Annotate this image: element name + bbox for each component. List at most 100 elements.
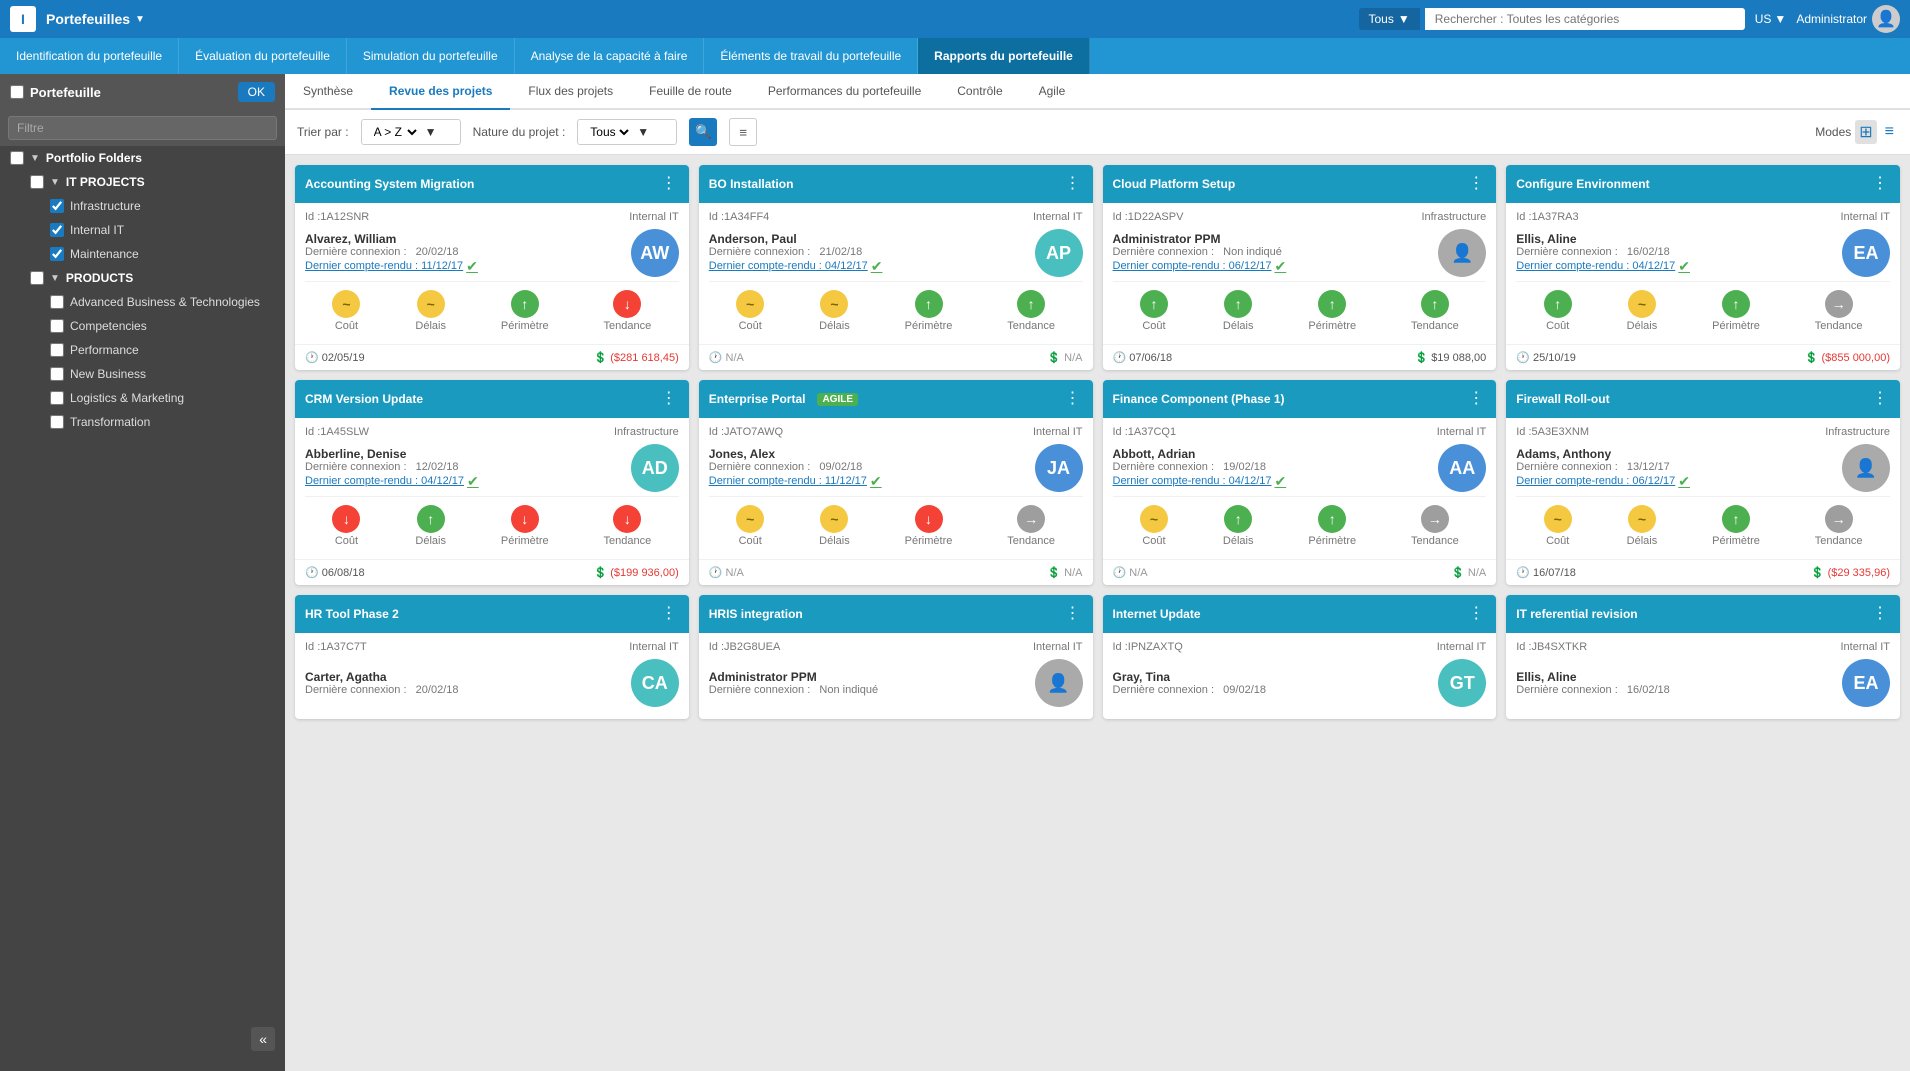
grid-view-button[interactable]: ⊞ bbox=[1855, 120, 1876, 144]
indicator-tendance: → Tendance bbox=[1007, 505, 1055, 547]
card-person-info: Alvarez, William Dernière connexion : 20… bbox=[305, 232, 623, 275]
card-menu-button[interactable]: ⋮ bbox=[1870, 606, 1890, 622]
sidebar-check-infrastructure[interactable] bbox=[50, 199, 64, 213]
sidebar-check-internal-it[interactable] bbox=[50, 223, 64, 237]
sidebar-check-performance[interactable] bbox=[50, 343, 64, 357]
sidebar-check-advanced[interactable] bbox=[50, 295, 64, 309]
sidebar-check-logistics[interactable] bbox=[50, 391, 64, 405]
card-report-link[interactable]: Dernier compte-rendu : 11/12/17 ✔ bbox=[305, 258, 623, 275]
card-title: Cloud Platform Setup bbox=[1113, 177, 1236, 191]
search-type-button[interactable]: Tous ▼ bbox=[1359, 8, 1420, 30]
card-report-link[interactable]: Dernier compte-rendu : 06/12/17 ✔ bbox=[1516, 473, 1834, 490]
footer-cost: 💲 ($199 936,00) bbox=[594, 566, 679, 579]
sidebar-item-performance[interactable]: Performance bbox=[0, 338, 285, 362]
sidebar-item-new-business[interactable]: New Business bbox=[0, 362, 285, 386]
tab-analyse[interactable]: Analyse de la capacité à faire bbox=[515, 38, 705, 74]
list-view-button[interactable]: ≡ bbox=[1881, 121, 1898, 143]
sidebar-collapse-button[interactable]: « bbox=[251, 1027, 275, 1051]
sidebar-item-infrastructure[interactable]: Infrastructure bbox=[0, 194, 285, 218]
sidebar-item-advanced-business[interactable]: Advanced Business & Technologies bbox=[0, 290, 285, 314]
sidebar-check-portfolio[interactable] bbox=[10, 151, 24, 165]
card-menu-button[interactable]: ⋮ bbox=[1063, 176, 1083, 192]
sidebar-check-new-business[interactable] bbox=[50, 367, 64, 381]
tab-simulation[interactable]: Simulation du portefeuille bbox=[347, 38, 515, 74]
card-person-info: Ellis, Aline Dernière connexion : 16/02/… bbox=[1516, 232, 1834, 275]
sidebar-item-products[interactable]: ▼ PRODUCTS bbox=[0, 266, 285, 290]
indicator-cout: ~ Coût bbox=[1544, 505, 1572, 547]
sub-tab-agile[interactable]: Agile bbox=[1021, 74, 1084, 110]
avatar: JA bbox=[1035, 444, 1083, 492]
sidebar-label-competencies: Competencies bbox=[70, 319, 147, 333]
card-menu-button[interactable]: ⋮ bbox=[1466, 176, 1486, 192]
card-manager-name: Carter, Agatha bbox=[305, 670, 623, 684]
card-footer: 🕐 N/A 💲 N/A bbox=[699, 559, 1093, 585]
agile-badge: AGILE bbox=[817, 393, 858, 406]
sidebar-filter-input[interactable] bbox=[8, 116, 277, 140]
sidebar-check-products[interactable] bbox=[30, 271, 44, 285]
card-report-link[interactable]: Dernier compte-rendu : 04/12/17 ✔ bbox=[709, 258, 1027, 275]
tab-elements[interactable]: Éléments de travail du portefeuille bbox=[704, 38, 918, 74]
sub-tab-flux[interactable]: Flux des projets bbox=[510, 74, 631, 110]
sort-select-input[interactable]: A > Z Z > A bbox=[370, 124, 420, 140]
card-menu-button[interactable]: ⋮ bbox=[1063, 606, 1083, 622]
sidebar-check-it-projects[interactable] bbox=[30, 175, 44, 189]
sidebar-ok-button[interactable]: OK bbox=[238, 82, 275, 102]
sidebar-item-it-projects[interactable]: ▼ IT PROJECTS bbox=[0, 170, 285, 194]
card-report-link[interactable]: Dernier compte-rendu : 04/12/17 ✔ bbox=[305, 473, 623, 490]
sidebar-check-competencies[interactable] bbox=[50, 319, 64, 333]
card-menu-button[interactable]: ⋮ bbox=[659, 176, 679, 192]
card-menu-button[interactable]: ⋮ bbox=[659, 606, 679, 622]
tab-rapports[interactable]: Rapports du portefeuille bbox=[918, 38, 1090, 74]
sidebar-check-maintenance[interactable] bbox=[50, 247, 64, 261]
card-menu-button[interactable]: ⋮ bbox=[1063, 391, 1083, 407]
card-report-link[interactable]: Dernier compte-rendu : 04/12/17 ✔ bbox=[1516, 258, 1834, 275]
card-id: Id :5A3E3XNM bbox=[1516, 426, 1589, 438]
sidebar-item-transformation[interactable]: Transformation bbox=[0, 410, 285, 434]
sub-tab-revue[interactable]: Revue des projets bbox=[371, 74, 510, 110]
card-report-link[interactable]: Dernier compte-rendu : 06/12/17 ✔ bbox=[1113, 258, 1431, 275]
card-menu-button[interactable]: ⋮ bbox=[1870, 176, 1890, 192]
card-title: Accounting System Migration bbox=[305, 177, 474, 191]
locale-selector[interactable]: US ▼ bbox=[1755, 12, 1787, 26]
card-report-link[interactable]: Dernier compte-rendu : 11/12/17 ✔ bbox=[709, 473, 1027, 490]
card-last-login: Dernière connexion : 09/02/18 bbox=[1113, 684, 1431, 696]
sidebar-item-internal-it[interactable]: Internal IT bbox=[0, 218, 285, 242]
sidebar-item-portfolio-folders[interactable]: ▼ Portfolio Folders bbox=[0, 146, 285, 170]
nature-select[interactable]: Tous ▼ bbox=[577, 119, 677, 145]
sidebar-item-maintenance[interactable]: Maintenance bbox=[0, 242, 285, 266]
tab-identification[interactable]: Identification du portefeuille bbox=[0, 38, 179, 74]
perimetre-circle: ↑ bbox=[915, 290, 943, 318]
search-input[interactable] bbox=[1425, 8, 1745, 30]
card-header: HR Tool Phase 2 ⋮ bbox=[295, 595, 689, 633]
sidebar: Portefeuille OK ▼ Portfolio Folders ▼ IT… bbox=[0, 74, 285, 1071]
tendance-circle: → bbox=[1421, 505, 1449, 533]
card-report-link[interactable]: Dernier compte-rendu : 04/12/17 ✔ bbox=[1113, 473, 1431, 490]
sidebar-item-logistics[interactable]: Logistics & Marketing bbox=[0, 386, 285, 410]
toolbar: Trier par : A > Z Z > A ▼ Nature du proj… bbox=[285, 110, 1910, 155]
sub-tab-performances[interactable]: Performances du portefeuille bbox=[750, 74, 939, 110]
sidebar-master-check[interactable] bbox=[10, 85, 24, 99]
card-bo-installation: BO Installation ⋮ Id :1A34FF4 Internal I… bbox=[699, 165, 1093, 370]
sub-tab-synthese[interactable]: Synthèse bbox=[285, 74, 371, 110]
app-logo: I bbox=[10, 6, 36, 32]
search-button[interactable]: 🔍 bbox=[689, 118, 717, 146]
sort-select[interactable]: A > Z Z > A ▼ bbox=[361, 119, 461, 145]
card-title: Finance Component (Phase 1) bbox=[1113, 392, 1285, 406]
tab-evaluation[interactable]: Évaluation du portefeuille bbox=[179, 38, 347, 74]
card-menu-button[interactable]: ⋮ bbox=[1466, 391, 1486, 407]
card-menu-button[interactable]: ⋮ bbox=[1870, 391, 1890, 407]
sub-tab-feuille[interactable]: Feuille de route bbox=[631, 74, 750, 110]
sidebar-check-transformation[interactable] bbox=[50, 415, 64, 429]
card-person-row: Administrator PPM Dernière connexion : N… bbox=[1113, 229, 1487, 277]
nature-select-input[interactable]: Tous bbox=[586, 124, 632, 140]
indicator-delais: ~ Délais bbox=[819, 290, 850, 332]
card-meta: Id :JATO7AWQ Internal IT bbox=[709, 426, 1083, 438]
sidebar-item-competencies[interactable]: Competencies bbox=[0, 314, 285, 338]
user-menu[interactable]: Administrator 👤 bbox=[1796, 5, 1900, 33]
card-menu-button[interactable]: ⋮ bbox=[659, 391, 679, 407]
filter-button[interactable]: ≡ bbox=[729, 118, 757, 146]
card-meta: Id :1A37RA3 Internal IT bbox=[1516, 211, 1890, 223]
sub-tab-controle[interactable]: Contrôle bbox=[939, 74, 1020, 110]
card-last-login: Dernière connexion : 21/02/18 bbox=[709, 246, 1027, 258]
card-menu-button[interactable]: ⋮ bbox=[1466, 606, 1486, 622]
